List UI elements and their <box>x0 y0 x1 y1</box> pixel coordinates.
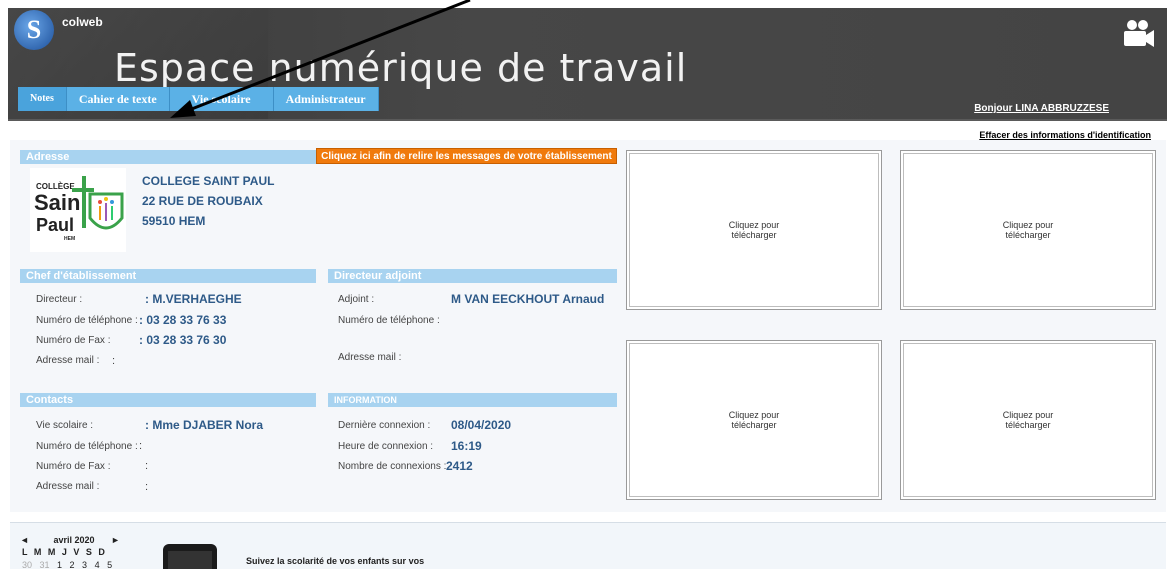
download-box-2-text1: Cliquez pour <box>1002 220 1054 230</box>
calendar-month: avril 2020 <box>53 535 95 545</box>
logo-letter: S <box>26 15 42 44</box>
adjoint-email-label: Adresse mail : <box>338 352 402 363</box>
adjoint-heading: Directeur adjoint <box>328 269 617 283</box>
chef-director-label: Directeur : <box>36 294 83 305</box>
tab-notes[interactable]: Notes <box>18 87 67 111</box>
tab-cahier-de-texte[interactable]: Cahier de texte <box>66 87 170 111</box>
main-tabs: Notes Cahier de texte Vie scolaire Admin… <box>18 87 379 111</box>
adjoint-phone-label: Numéro de téléphone : <box>338 315 440 326</box>
logo-text: colweb <box>62 15 103 29</box>
contacts-vie-value: : Mme DJABER Nora <box>145 418 264 432</box>
phone-screen <box>168 551 212 569</box>
chef-phone-value: : 03 28 33 76 33 <box>139 313 227 327</box>
download-box-3-text2: télécharger <box>731 420 777 430</box>
download-box-1[interactable]: Cliquez pour télécharger <box>626 150 882 310</box>
info-last-login-value: 08/04/2020 <box>451 418 512 432</box>
chef-email-label: Adresse mail : <box>36 355 100 366</box>
download-box-4-text1: Cliquez pour <box>1002 410 1054 420</box>
contacts-email-value: : <box>145 481 149 493</box>
calendar-nav: ◄ avril 2020 ► <box>20 535 120 545</box>
contacts-phone-value: : <box>139 440 143 452</box>
chef-heading: Chef d'établissement <box>20 269 316 283</box>
school-logo: COLLÈGE Sain Paul HEM <box>30 168 126 252</box>
contacts-heading: Contacts <box>20 393 316 407</box>
svg-text:HEM: HEM <box>64 236 75 242</box>
download-box-2-text2: télécharger <box>1005 230 1051 240</box>
download-box-3[interactable]: Cliquez pour télécharger <box>626 340 882 500</box>
info-login-time-label: Heure de connexion : <box>338 441 434 452</box>
address-heading: Adresse <box>20 150 316 164</box>
contacts-fax-value: : <box>145 460 149 472</box>
chef-fax-label: Numéro de Fax : <box>36 335 111 346</box>
calendar-prev-icon[interactable]: ◄ <box>20 535 29 545</box>
download-box-1-inner: Cliquez pour télécharger <box>629 153 879 307</box>
download-box-1-text1: Cliquez pour <box>728 220 780 230</box>
calendar-prev-month-days[interactable]: 30 31 <box>22 560 50 569</box>
download-box-3-inner: Cliquez pour télécharger <box>629 343 879 497</box>
chef-director-value: : M.VERHAEGHE <box>145 292 242 306</box>
mobile-promo-text: Suivez la scolarité de vos enfants sur v… <box>246 556 425 566</box>
calendar-dates: 30 31 1 2 3 4 5 <box>22 560 112 569</box>
info-login-count-value: 2412 <box>446 459 473 473</box>
school-street: 22 RUE DE ROUBAIX <box>142 194 263 208</box>
info-login-time-value: 16:19 <box>451 439 482 453</box>
adjoint-name-value: M VAN EECKHOUT Arnaud <box>451 292 605 306</box>
contacts-vie-label: Vie scolaire : <box>36 420 94 431</box>
clear-credentials-link[interactable]: Effacer des informations d'identificatio… <box>979 130 1151 140</box>
download-box-2-inner: Cliquez pour télécharger <box>903 153 1153 307</box>
tab-administrateur[interactable]: Administrateur <box>273 87 379 111</box>
download-box-4-text2: télécharger <box>1005 420 1051 430</box>
tab-vie-scolaire[interactable]: Vie scolaire <box>169 87 274 111</box>
info-last-login-label: Dernière connexion : <box>338 420 431 431</box>
school-name: COLLEGE SAINT PAUL <box>142 174 275 188</box>
school-city: 59510 HEM <box>142 214 206 228</box>
download-box-4[interactable]: Cliquez pour télécharger <box>900 340 1156 500</box>
download-box-1-text2: télécharger <box>731 230 777 240</box>
svg-text:Sain: Sain <box>34 190 80 215</box>
svg-text:Paul: Paul <box>36 215 74 235</box>
contacts-phone-label: Numéro de téléphone : <box>36 441 138 452</box>
app-title: Espace numérique de travail <box>114 46 688 90</box>
download-box-3-text1: Cliquez pour <box>728 410 780 420</box>
school-address: COLLEGE SAINT PAUL 22 RUE DE ROUBAIX 595… <box>142 171 274 231</box>
chef-email-value: : <box>112 355 116 367</box>
contacts-fax-label: Numéro de Fax : <box>36 461 111 472</box>
contacts-email-label: Adresse mail : <box>36 481 100 492</box>
info-login-count-label: Nombre de connexions : <box>338 461 447 472</box>
colweb-logo-icon[interactable]: S <box>14 10 54 50</box>
chef-fax-value: : 03 28 33 76 30 <box>139 333 227 347</box>
header-separator <box>8 119 1167 121</box>
calendar-next-icon[interactable]: ► <box>111 535 120 545</box>
calendar-weekdays: L M M J V S D <box>22 547 105 557</box>
chef-phone-label: Numéro de téléphone : <box>36 315 138 326</box>
messages-alert-button[interactable]: Cliquez ici afin de relire les messages … <box>316 148 617 164</box>
calendar-current-days[interactable]: 1 2 3 4 5 <box>57 560 112 569</box>
page-root: S colweb Espace numérique de travail Bon… <box>0 0 1167 569</box>
information-heading: INFORMATION <box>328 393 617 407</box>
download-box-2[interactable]: Cliquez pour télécharger <box>900 150 1156 310</box>
greeting-link[interactable]: Bonjour LINA ABBRUZZESE <box>974 103 1109 114</box>
download-box-4-inner: Cliquez pour télécharger <box>903 343 1153 497</box>
camera-icon[interactable] <box>1121 18 1155 48</box>
adjoint-name-label: Adjoint : <box>338 294 375 305</box>
